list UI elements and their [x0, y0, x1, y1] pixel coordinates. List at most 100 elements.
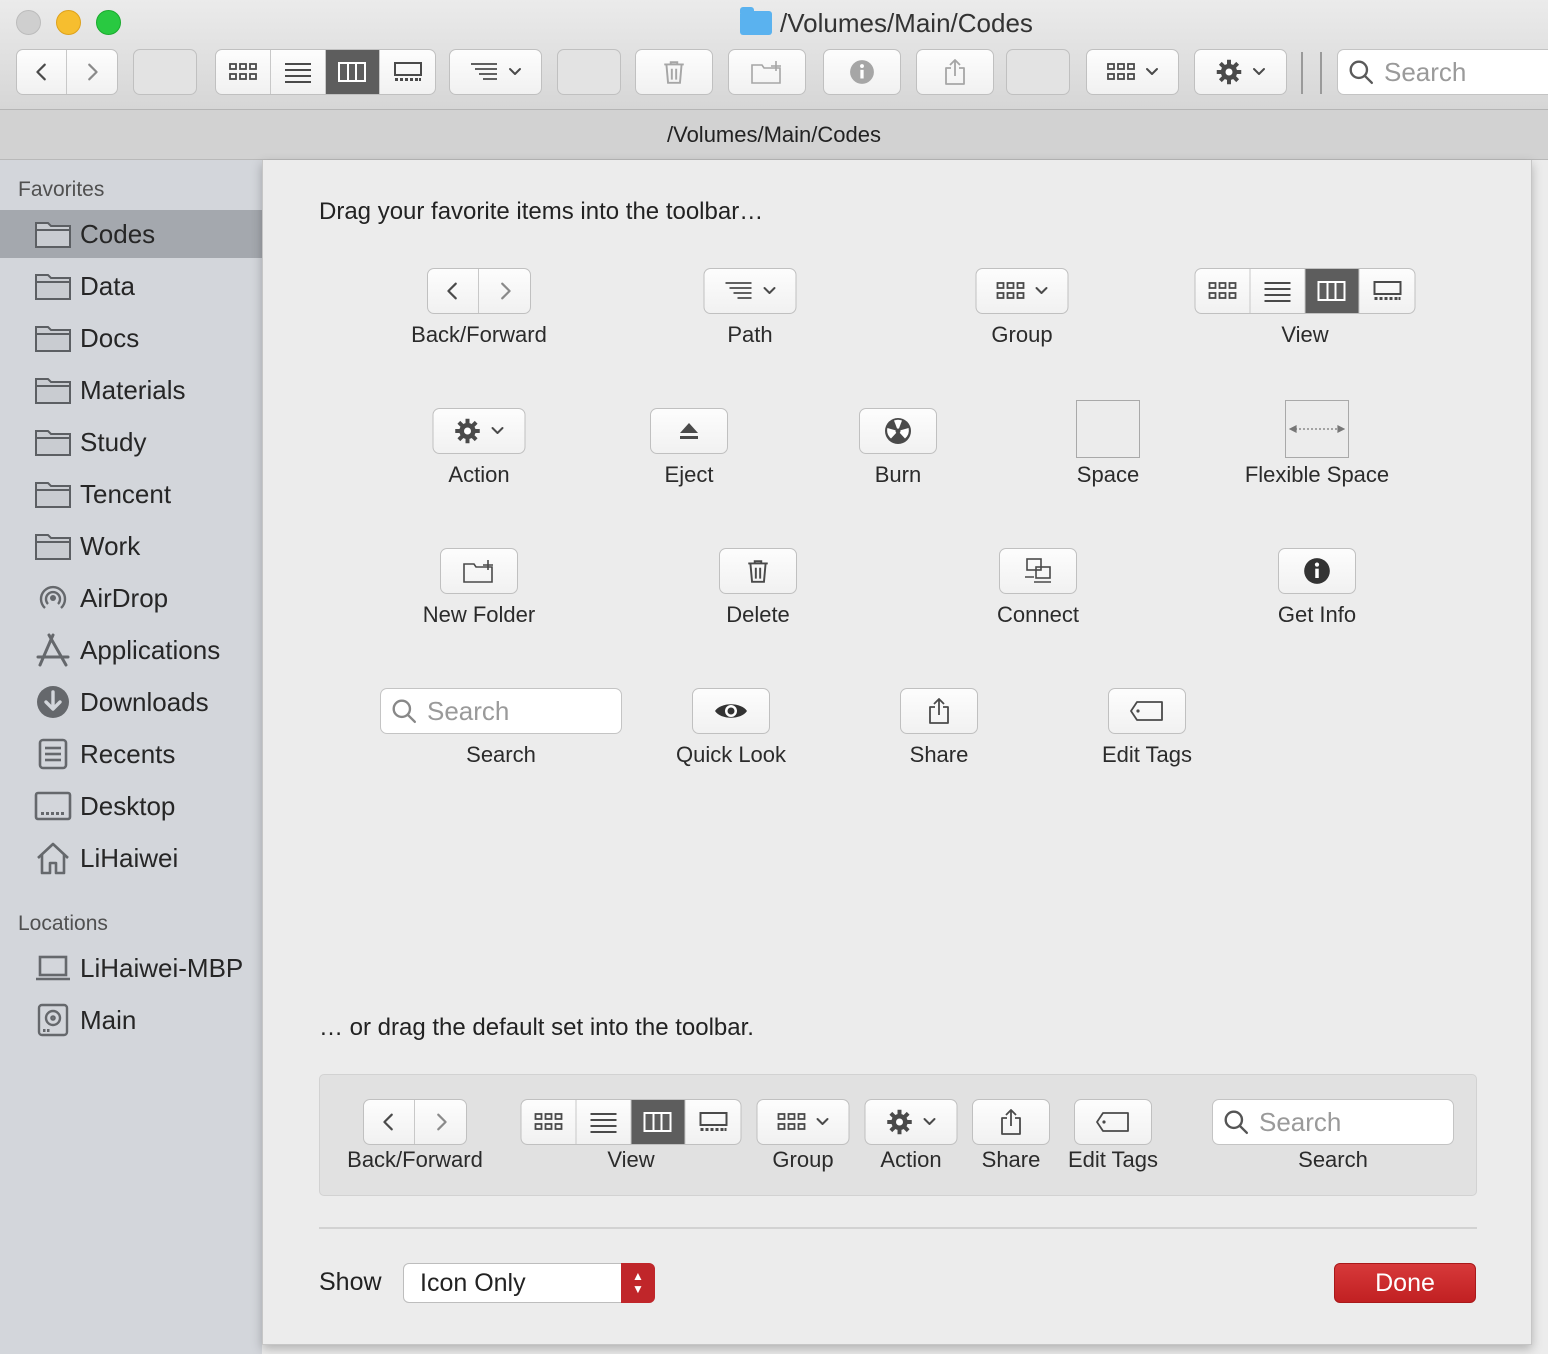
sidebar-item-lihaiwei-mbp[interactable]: LiHaiwei-MBP: [0, 944, 262, 992]
sidebar-item-study[interactable]: Study: [0, 418, 262, 466]
minimize-window-button[interactable]: [56, 10, 81, 35]
path-popup-button[interactable]: [449, 49, 542, 95]
recents-icon: [34, 738, 72, 770]
back-forward-control: [427, 268, 531, 314]
grid-icon: [533, 1111, 563, 1133]
new-folder-icon: [462, 558, 496, 584]
forward-button[interactable]: [67, 50, 117, 94]
back-button[interactable]: [17, 50, 67, 94]
sidebar-item-data[interactable]: Data: [0, 262, 262, 310]
share-button[interactable]: [916, 49, 994, 95]
palette-item-search[interactable]: Search Search: [371, 688, 631, 788]
palette-item-label: Delete: [726, 602, 790, 627]
toolbar-space[interactable]: [557, 49, 621, 95]
icon-view-button[interactable]: [216, 50, 271, 94]
default-set-box[interactable]: Back/Forward View Group Action Share Edi…: [319, 1074, 1477, 1196]
sidebar-item-tencent[interactable]: Tencent: [0, 470, 262, 518]
sidebar-item-recents[interactable]: Recents: [0, 730, 262, 778]
list-view-button[interactable]: [271, 50, 326, 94]
folder-icon: [34, 375, 72, 405]
sidebar-item-downloads[interactable]: Downloads: [0, 678, 262, 726]
toolbar-search-field[interactable]: Search: [1337, 49, 1548, 95]
palette-item-get-info[interactable]: Get Info: [1187, 548, 1447, 648]
palette-item-group[interactable]: Group: [892, 268, 1152, 368]
eject-icon: [677, 419, 701, 443]
sidebar-item-label: AirDrop: [80, 582, 169, 613]
gallery-view-button[interactable]: [380, 50, 435, 94]
flexible-space-divider: [1320, 52, 1322, 94]
palette-item-back-forward[interactable]: Back/Forward: [349, 268, 609, 368]
connect-button: [999, 548, 1077, 594]
window-title: /Volumes/Main/Codes: [740, 6, 1033, 40]
sidebar-item-label: Downloads: [80, 686, 209, 717]
done-button[interactable]: Done: [1334, 1263, 1476, 1303]
group-popup-button[interactable]: [1086, 49, 1179, 95]
burn-icon: [884, 417, 912, 445]
search-placeholder: Search: [1259, 1106, 1342, 1137]
close-window-button[interactable]: [16, 10, 41, 35]
path-bar-text: /Volumes/Main/Codes: [667, 121, 881, 147]
edit-tags-button: [1108, 688, 1186, 734]
gallery-icon: [1372, 280, 1402, 302]
palette-item-new-folder[interactable]: New Folder: [349, 548, 609, 648]
path-bar: /Volumes/Main/Codes: [0, 110, 1548, 160]
palette-item-connect[interactable]: Connect: [908, 548, 1168, 648]
search-field-sample: Search: [1212, 1099, 1454, 1145]
palette-item-label: Edit Tags: [1101, 742, 1193, 767]
folder-icon: [34, 323, 72, 353]
sidebar-item-label: Recents: [80, 738, 176, 769]
path-icon: [469, 61, 499, 83]
view-control: [1194, 268, 1416, 314]
palette-item-path[interactable]: Path: [620, 268, 880, 368]
show-popup[interactable]: Icon Only ▲ ▼: [403, 1263, 655, 1303]
palette-item-label: View: [1281, 322, 1329, 347]
palette-item-edit-tags[interactable]: Edit Tags: [1017, 688, 1277, 788]
zoom-window-button[interactable]: [96, 10, 121, 35]
toolbar-space[interactable]: [1006, 49, 1070, 95]
divider: [319, 1227, 1477, 1229]
column-view-button[interactable]: [325, 50, 381, 94]
folder-icon: [34, 479, 72, 509]
sidebar-item-materials[interactable]: Materials: [0, 366, 262, 414]
palette-item-view[interactable]: View: [1175, 268, 1435, 368]
home-icon: [34, 842, 72, 875]
action-popup-button[interactable]: [1194, 49, 1287, 95]
sidebar-item-label: Study: [80, 426, 147, 457]
palette-item-delete[interactable]: Delete: [628, 548, 888, 648]
sidebar-item-applications[interactable]: Applications: [0, 626, 262, 674]
sidebar-item-label: Main: [80, 1004, 137, 1035]
group-icon: [1106, 61, 1136, 83]
chevron-down-icon: [761, 283, 777, 299]
sidebar-item-main[interactable]: Main: [0, 996, 262, 1044]
palette-item-label: New Folder: [422, 602, 536, 627]
sidebar: Favorites Codes Data Docs Materials Study Ten…: [0, 160, 262, 1354]
info-icon: [849, 59, 875, 85]
folder-icon: [34, 219, 72, 249]
trash-icon: [661, 59, 687, 85]
airdrop-icon: [34, 583, 72, 613]
sidebar-item-label: Materials: [80, 374, 186, 405]
get-info-button[interactable]: [823, 49, 901, 95]
action-popup: [432, 408, 526, 454]
sidebar-item-airdrop[interactable]: AirDrop: [0, 574, 262, 622]
grid-icon: [1207, 280, 1237, 302]
sidebar-item-label: LiHaiwei: [80, 842, 179, 873]
palette-item-flexible-space[interactable]: Flexible Space: [1187, 400, 1447, 500]
edit-tags-button: [1074, 1099, 1152, 1145]
new-folder-button[interactable]: [728, 49, 806, 95]
gear-icon: [453, 417, 481, 445]
chevron-right-icon: [494, 280, 516, 302]
customize-toolbar-sheet: Drag your favorite items into the toolba…: [262, 160, 1532, 1345]
palette-item-label: Path: [727, 322, 773, 347]
sidebar-item-lihaiwei[interactable]: LiHaiwei: [0, 834, 262, 882]
gallery-icon: [393, 61, 423, 83]
sidebar-item-codes[interactable]: Codes: [0, 210, 262, 258]
sidebar-item-desktop[interactable]: Desktop: [0, 782, 262, 830]
palette-item-label: Connect: [997, 602, 1079, 627]
delete-button[interactable]: [635, 49, 713, 95]
back-forward-control: [363, 1099, 467, 1145]
search-placeholder: Search: [427, 695, 510, 726]
sidebar-item-work[interactable]: Work: [0, 522, 262, 570]
sidebar-item-docs[interactable]: Docs: [0, 314, 262, 362]
toolbar-space[interactable]: [133, 49, 197, 95]
